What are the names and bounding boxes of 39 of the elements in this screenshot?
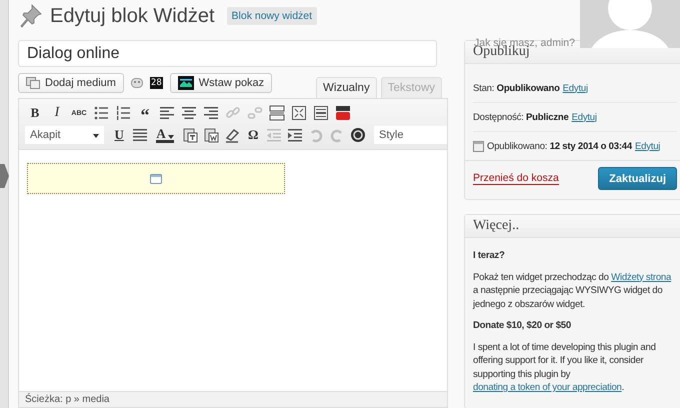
publish-detail: Opublikowano: 12 sty 2014 o 03:44	[487, 140, 632, 152]
pushpin-icon	[20, 4, 42, 28]
calendar-icon	[473, 140, 484, 152]
slideshow-icon	[178, 76, 194, 90]
fullscreen-icon[interactable]	[289, 103, 309, 123]
publish-detail: Stan: Opublikowano	[473, 82, 560, 94]
editor-tab[interactable]: Wizualny	[316, 77, 377, 98]
format-button[interactable]: “	[135, 103, 155, 123]
section-heading: Donate $10, $20 or $50	[473, 319, 572, 332]
format-select[interactable]: Akapit	[25, 126, 104, 144]
edit-link[interactable]: Edytuj	[562, 82, 588, 94]
media-placeholder[interactable]	[27, 163, 285, 194]
format-button[interactable]: B	[25, 103, 45, 123]
publish-detail: Dostępność: Publiczne	[473, 112, 569, 122]
paragraph: Pokaż ten widget przechodząc do Widżety strona a następnie przeciągając WYSIWYG widget do jednego z obszarów widget.	[473, 270, 672, 311]
box-title: Więcej..	[465, 215, 680, 238]
sidebar-tab-icon[interactable]	[0, 164, 9, 188]
update-button[interactable]: Zaktualizuj	[598, 167, 677, 190]
smiley-icon[interactable]	[130, 78, 143, 88]
format-select[interactable]: Style	[374, 126, 447, 144]
section-heading: I teraz?	[473, 249, 506, 262]
format-button[interactable]: Ω	[244, 125, 263, 145]
add-new-button[interactable]: Blok nowy widżet	[226, 7, 318, 25]
title-input[interactable]: Dialog online	[18, 40, 437, 67]
edit-link[interactable]: Edytuj	[634, 140, 660, 152]
edit-link[interactable]: Edytuj	[572, 112, 597, 122]
format-button[interactable]: I	[47, 103, 67, 123]
counter-button[interactable]: 28	[150, 77, 163, 89]
add-media-button[interactable]: Dodaj medium	[18, 73, 124, 93]
text-color-button[interactable]: A	[152, 125, 178, 145]
format-button[interactable]: U	[110, 125, 129, 145]
element-path: Ścieżka: p » media	[19, 391, 447, 407]
insert-slideshow-button[interactable]: Wstaw pokaz	[170, 73, 272, 93]
page-title: Edytuj blok Widżet	[50, 4, 215, 28]
trash-link[interactable]: Przenieś do kosza	[473, 172, 559, 185]
paragraph: I spent a lot of time developing this plugin and offering support for it. If you like it, consider supporting this plugin by donating a token of your appreciation.	[473, 340, 657, 394]
media-icon	[26, 77, 40, 89]
text-link[interactable]: donating a token of your appreciation	[473, 382, 622, 393]
text-link[interactable]: Widżety strona	[611, 272, 672, 282]
